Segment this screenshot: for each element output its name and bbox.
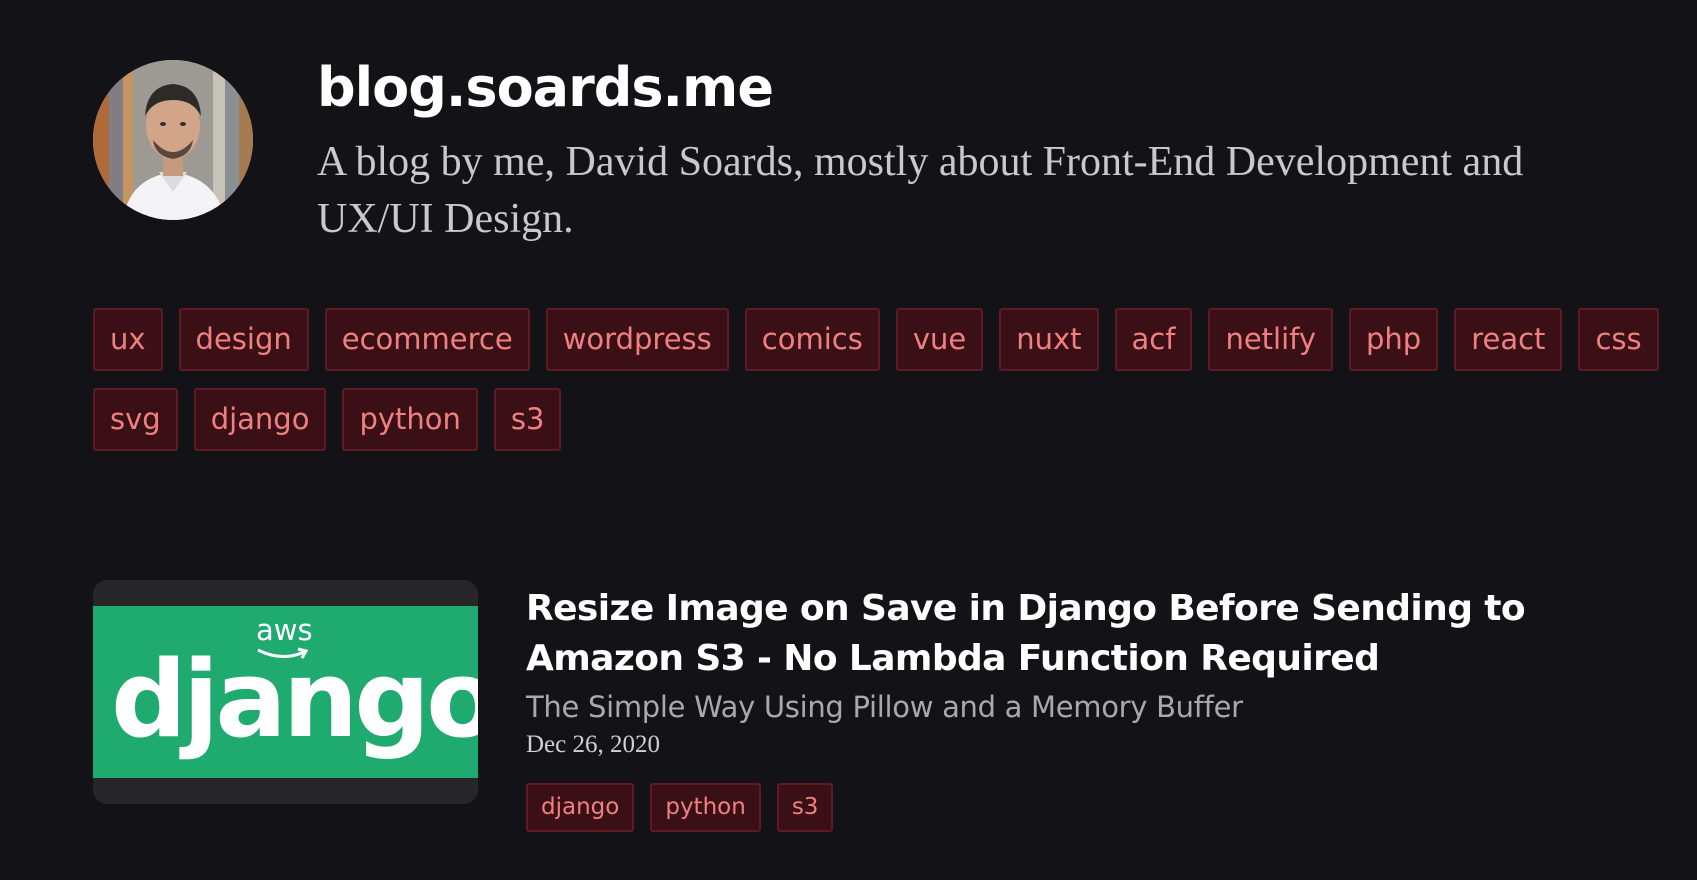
- tag-netlify[interactable]: netlify: [1208, 308, 1334, 371]
- site-header: blog.soards.me A blog by me, David Soard…: [93, 58, 1653, 248]
- tag-css[interactable]: css: [1578, 308, 1659, 371]
- author-photo: [93, 60, 253, 220]
- post-card: aws django Resize Image on Save in Djang…: [93, 580, 1653, 840]
- tag-comics[interactable]: comics: [744, 308, 880, 371]
- tag-php[interactable]: php: [1349, 308, 1439, 371]
- post-subtitle: The Simple Way Using Pillow and a Memory…: [526, 690, 1243, 724]
- post-tag-django[interactable]: django: [526, 783, 635, 832]
- author-avatar[interactable]: [93, 60, 253, 220]
- post-title[interactable]: Resize Image on Save in Django Before Se…: [526, 584, 1606, 684]
- post-tag-python[interactable]: python: [650, 783, 761, 832]
- tag-python[interactable]: python: [342, 388, 478, 451]
- tag-s3[interactable]: s3: [493, 388, 562, 451]
- tag-svg[interactable]: svg: [93, 388, 178, 451]
- tag-react[interactable]: react: [1454, 308, 1563, 371]
- tag-vue[interactable]: vue: [895, 308, 984, 371]
- site-description: A blog by me, David Soards, mostly about…: [317, 139, 1524, 242]
- tag-django[interactable]: django: [193, 388, 327, 451]
- post-tag-s3[interactable]: s3: [776, 783, 834, 832]
- tag-acf[interactable]: acf: [1114, 308, 1193, 371]
- tag-ux[interactable]: ux: [93, 308, 163, 371]
- django-logo-text: django: [111, 638, 478, 761]
- post-date: Dec 26, 2020: [526, 731, 660, 758]
- post-tags: django python s3: [526, 783, 834, 832]
- site-title[interactable]: blog.soards.me: [317, 58, 774, 118]
- tag-design[interactable]: design: [178, 308, 309, 371]
- post-thumbnail[interactable]: aws django: [93, 580, 478, 804]
- tag-wordpress[interactable]: wordpress: [545, 308, 729, 371]
- tag-cloud: ux design ecommerce wordpress comics vue…: [93, 308, 1663, 451]
- tag-ecommerce[interactable]: ecommerce: [324, 308, 530, 371]
- tag-nuxt[interactable]: nuxt: [999, 308, 1099, 371]
